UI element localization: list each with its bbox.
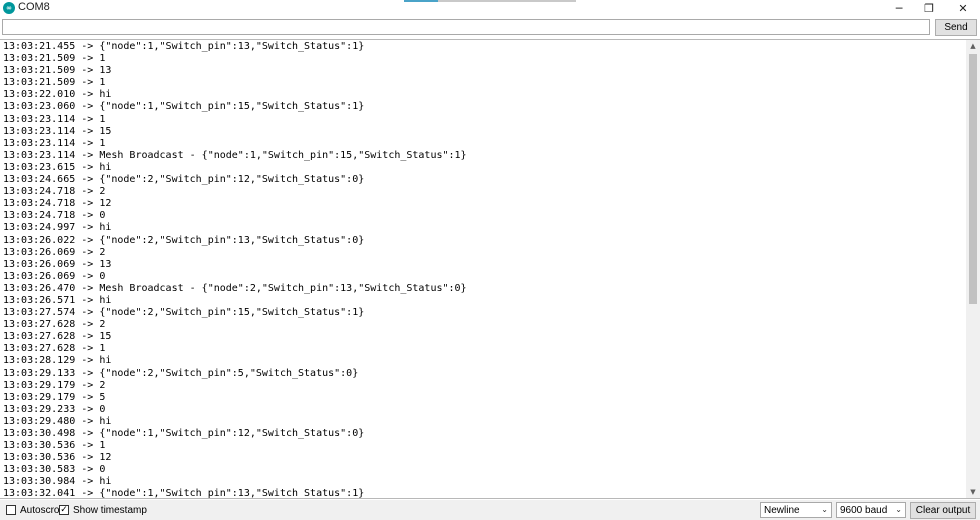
- output-line: 13:03:23.114 -> 1: [3, 137, 106, 149]
- title-accent-line: [404, 0, 576, 2]
- output-line: 13:03:27.628 -> 15: [3, 331, 112, 343]
- bottom-bar: Autoscroll ✓ Show timestamp Newline ⌄ 96…: [0, 500, 980, 520]
- minimize-icon: ─: [895, 1, 903, 15]
- output-line: 13:03:27.628 -> 1: [3, 343, 106, 355]
- output-line: 13:03:21.509 -> 13: [3, 65, 112, 77]
- vertical-scrollbar[interactable]: ▲ ▼: [966, 39, 980, 499]
- restore-button[interactable]: ❐: [912, 0, 946, 16]
- timestamp-checkbox[interactable]: ✓: [59, 505, 69, 515]
- output-line: 13:03:21.509 -> 1: [3, 77, 106, 89]
- close-button[interactable]: ✕: [946, 0, 980, 16]
- output-line: 13:03:23.114 -> 15: [3, 125, 112, 137]
- output-line: 13:03:23.060 -> {"node":1,"Switch_pin":1…: [3, 101, 365, 113]
- output-line: 13:03:29.233 -> 0: [3, 403, 106, 415]
- output-line: 13:03:26.069 -> 13: [3, 258, 112, 270]
- arduino-infinity-icon: ∞: [3, 2, 15, 14]
- output-line: 13:03:30.984 -> hi: [3, 476, 112, 488]
- output-line: 13:03:23.114 -> 1: [3, 113, 106, 125]
- line-ending-select[interactable]: Newline ⌄: [760, 502, 832, 518]
- output-line: 13:03:24.997 -> hi: [3, 222, 112, 234]
- scroll-thumb[interactable]: [969, 54, 977, 304]
- scroll-up-arrow-icon[interactable]: ▲: [966, 40, 980, 52]
- output-line: 13:03:21.509 -> 1: [3, 53, 106, 65]
- output-line: 13:03:29.133 -> {"node":2,"Switch_pin":5…: [3, 367, 359, 379]
- timestamp-label: Show timestamp: [73, 504, 147, 516]
- output-line: 13:03:24.718 -> 0: [3, 210, 106, 222]
- clear-output-button[interactable]: Clear output: [910, 502, 976, 519]
- serial-output[interactable]: 13:03:21.455 -> {"node":1,"Switch_pin":1…: [0, 39, 966, 499]
- chevron-down-icon: ⌄: [895, 505, 902, 514]
- send-button[interactable]: Send: [935, 19, 977, 36]
- minimize-button[interactable]: ─: [882, 0, 916, 16]
- output-line: 13:03:30.536 -> 12: [3, 452, 112, 464]
- autoscroll-toggle[interactable]: Autoscroll: [6, 503, 64, 517]
- output-line: 13:03:29.480 -> hi: [3, 415, 112, 427]
- output-line: 13:03:30.583 -> 0: [3, 464, 106, 476]
- close-icon: ✕: [958, 1, 968, 15]
- baud-rate-select[interactable]: 9600 baud ⌄: [836, 502, 906, 518]
- output-line: 13:03:30.536 -> 1: [3, 440, 106, 452]
- output-line: 13:03:29.179 -> 2: [3, 379, 106, 391]
- serial-input[interactable]: [2, 19, 930, 35]
- output-line: 13:03:23.615 -> hi: [3, 161, 112, 173]
- output-line: 13:03:22.010 -> hi: [3, 89, 112, 101]
- title-bar: ∞ COM8 ─ ❐ ✕: [0, 0, 980, 16]
- output-line: 13:03:28.129 -> hi: [3, 355, 112, 367]
- output-line: 13:03:23.114 -> Mesh Broadcast - {"node"…: [3, 149, 467, 161]
- line-ending-value: Newline: [764, 504, 800, 516]
- output-line: 13:03:27.628 -> 2: [3, 319, 106, 331]
- output-line: 13:03:24.665 -> {"node":2,"Switch_pin":1…: [3, 174, 365, 186]
- output-line: 13:03:30.498 -> {"node":1,"Switch_pin":1…: [3, 428, 365, 439]
- output-line: 13:03:24.718 -> 2: [3, 186, 106, 198]
- chevron-down-icon: ⌄: [821, 505, 828, 514]
- autoscroll-label: Autoscroll: [20, 504, 64, 516]
- output-line: 13:03:29.179 -> 5: [3, 391, 106, 403]
- output-line: 13:03:27.574 -> {"node":2,"Switch_pin":1…: [3, 307, 365, 319]
- output-line: 13:03:32.041 -> {"node":1,"Switch_pin":1…: [3, 488, 365, 499]
- output-line: 13:03:26.470 -> Mesh Broadcast - {"node"…: [3, 282, 467, 294]
- baud-rate-value: 9600 baud: [840, 504, 888, 516]
- output-line: 13:03:26.571 -> hi: [3, 294, 112, 306]
- window-title: COM8: [18, 1, 50, 13]
- title-accent-segment: [404, 0, 438, 2]
- output-line: 13:03:24.718 -> 12: [3, 198, 112, 210]
- restore-icon: ❐: [924, 1, 934, 15]
- autoscroll-checkbox[interactable]: [6, 505, 16, 515]
- output-lines: 13:03:21.455 -> {"node":1,"Switch_pin":1…: [3, 41, 966, 499]
- output-line: 13:03:21.455 -> {"node":1,"Switch_pin":1…: [3, 41, 365, 52]
- scroll-down-arrow-icon[interactable]: ▼: [966, 486, 980, 498]
- output-line: 13:03:26.022 -> {"node":2,"Switch_pin":1…: [3, 234, 365, 246]
- output-line: 13:03:26.069 -> 0: [3, 270, 106, 282]
- send-row: Send: [0, 17, 980, 39]
- timestamp-toggle[interactable]: ✓ Show timestamp: [59, 503, 147, 517]
- output-line: 13:03:26.069 -> 2: [3, 246, 106, 258]
